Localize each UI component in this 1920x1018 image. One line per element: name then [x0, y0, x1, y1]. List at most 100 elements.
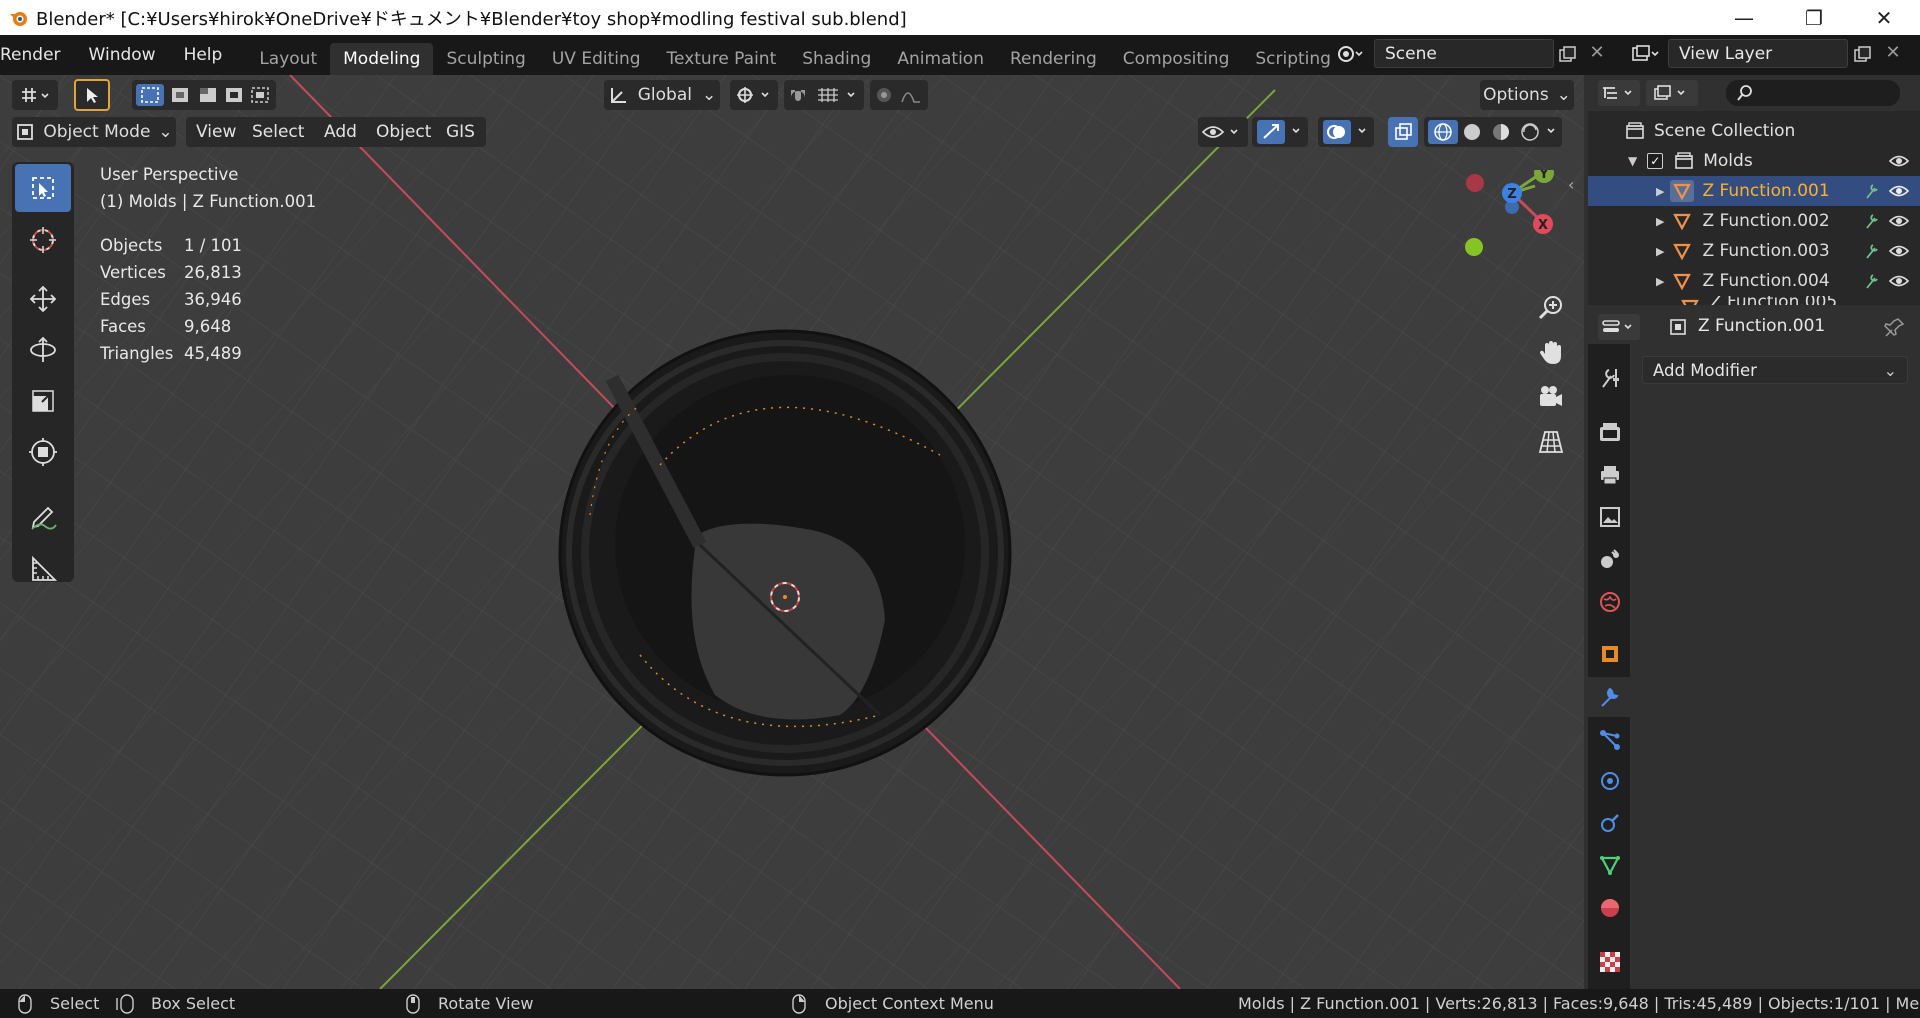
- measure-tool[interactable]: [15, 544, 71, 592]
- pivot-point-dropdown[interactable]: [730, 80, 778, 110]
- rotate-tool[interactable]: [15, 326, 71, 374]
- view-layer-tab[interactable]: [1598, 505, 1622, 529]
- snapping-group[interactable]: [784, 80, 864, 110]
- gizmo-toggle[interactable]: [1252, 117, 1308, 147]
- view-layer-selector[interactable]: View Layer: [1668, 39, 1848, 68]
- tweak-tool-button[interactable]: [74, 79, 110, 111]
- perspective-toggle-button[interactable]: [1530, 421, 1572, 463]
- exclude-checkbox[interactable]: ✓: [1647, 153, 1664, 169]
- outliner-row-scene-collection[interactable]: Scene Collection: [1588, 116, 1920, 146]
- outliner-row-object[interactable]: Z Function.005: [1588, 296, 1920, 305]
- tab-scripting[interactable]: Scripting: [1242, 43, 1344, 75]
- tab-sculpting[interactable]: Sculpting: [433, 43, 538, 75]
- expand-arrow-icon[interactable]: ▶: [1656, 275, 1664, 288]
- scale-tool[interactable]: [15, 377, 71, 425]
- tab-uv-editing[interactable]: UV Editing: [539, 43, 654, 75]
- remove-scene-icon[interactable]: ✕: [1584, 42, 1610, 66]
- material-tab[interactable]: [1598, 896, 1622, 920]
- mode-dropdown[interactable]: Object Mode ⌄: [12, 117, 176, 147]
- close-window-button[interactable]: ✕: [1855, 0, 1913, 35]
- selection-mode-group[interactable]: [132, 80, 276, 110]
- physics-tab[interactable]: [1598, 769, 1622, 793]
- sidebar-toggle-icon[interactable]: ‹: [1568, 175, 1582, 195]
- zoom-button[interactable]: [1530, 286, 1572, 328]
- modifier-wrench-icon[interactable]: [1863, 182, 1879, 200]
- modifier-wrench-icon[interactable]: [1863, 242, 1879, 260]
- world-tab[interactable]: [1598, 590, 1622, 614]
- modifier-wrench-icon[interactable]: [1863, 212, 1879, 230]
- outliner-row-molds[interactable]: ▼ ✓ Molds: [1588, 146, 1920, 176]
- eye-icon[interactable]: [1888, 213, 1910, 229]
- expand-arrow-icon[interactable]: ▼: [1628, 154, 1637, 168]
- tab-modeling[interactable]: Modeling: [330, 43, 434, 75]
- 3d-viewport[interactable]: Global ⌄ Options ⌄ Object Mode ⌄ View Se…: [0, 75, 1584, 989]
- tab-animation[interactable]: Animation: [884, 43, 997, 75]
- add-modifier-dropdown[interactable]: Add Modifier ⌄: [1642, 356, 1908, 384]
- options-dropdown[interactable]: Options ⌄: [1480, 80, 1574, 110]
- pin-icon[interactable]: [1884, 316, 1906, 338]
- new-scene-icon[interactable]: [1555, 42, 1581, 66]
- outliner-search-input[interactable]: [1726, 80, 1900, 106]
- expand-arrow-icon[interactable]: ▶: [1656, 245, 1664, 258]
- menu-help[interactable]: Help: [170, 35, 237, 75]
- editor-type-button[interactable]: [12, 80, 58, 110]
- minimize-button[interactable]: —: [1715, 0, 1773, 35]
- pan-button[interactable]: [1530, 331, 1572, 373]
- tab-compositing[interactable]: Compositing: [1110, 43, 1243, 75]
- select-box-tool[interactable]: [15, 164, 71, 212]
- move-tool[interactable]: [15, 275, 71, 323]
- menu-select[interactable]: Select: [242, 117, 314, 147]
- proportional-editing-group[interactable]: [870, 80, 928, 110]
- expand-arrow-icon[interactable]: ▶: [1656, 215, 1664, 228]
- display-mode-dropdown[interactable]: [1646, 80, 1698, 106]
- scene-type-button[interactable]: [1330, 40, 1370, 68]
- transform-orientation-dropdown[interactable]: Global ⌄: [604, 80, 720, 110]
- eye-icon[interactable]: [1888, 153, 1910, 169]
- shading-mode-group[interactable]: [1424, 117, 1562, 147]
- expand-arrow-icon[interactable]: ▶: [1656, 185, 1664, 198]
- scene-tab[interactable]: [1598, 547, 1622, 571]
- constraints-tab[interactable]: [1598, 811, 1622, 835]
- menu-window[interactable]: Window: [75, 35, 170, 75]
- particles-tab[interactable]: [1598, 728, 1622, 752]
- texture-tab[interactable]: [1598, 950, 1622, 974]
- modifier-wrench-icon[interactable]: [1863, 272, 1879, 290]
- object-tab[interactable]: [1598, 642, 1622, 666]
- camera-view-button[interactable]: [1530, 376, 1572, 418]
- properties-editor-type[interactable]: [1598, 314, 1640, 340]
- menu-add[interactable]: Add: [314, 117, 367, 147]
- tool-settings-tab[interactable]: [1598, 366, 1622, 390]
- navigation-gizmo[interactable]: Y Z X: [1455, 170, 1565, 270]
- transform-tool[interactable]: [15, 428, 71, 476]
- tab-layout[interactable]: Layout: [246, 43, 330, 75]
- eye-icon[interactable]: [1888, 243, 1910, 259]
- cursor-tool[interactable]: [15, 216, 71, 264]
- outliner-editor-type[interactable]: [1598, 80, 1640, 106]
- outliner-row-object[interactable]: ▶ Z Function.002: [1588, 206, 1920, 236]
- eye-icon[interactable]: [1888, 273, 1910, 289]
- render-tab[interactable]: [1598, 420, 1622, 444]
- modifier-tab[interactable]: [1598, 685, 1622, 709]
- tab-shading[interactable]: Shading: [789, 43, 884, 75]
- new-view-layer-icon[interactable]: [1850, 42, 1876, 66]
- outliner-row-object[interactable]: ▶ Z Function.001: [1588, 176, 1920, 206]
- outliner-row-object[interactable]: ▶ Z Function.004: [1588, 266, 1920, 296]
- menu-gis[interactable]: GIS: [436, 117, 485, 147]
- overlays-toggle[interactable]: [1318, 117, 1374, 147]
- remove-view-layer-icon[interactable]: ✕: [1880, 42, 1906, 66]
- menu-view[interactable]: View: [186, 117, 246, 147]
- scene-selector[interactable]: Scene: [1374, 39, 1554, 68]
- tab-texture-paint[interactable]: Texture Paint: [654, 43, 790, 75]
- output-tab[interactable]: [1598, 463, 1622, 487]
- view-layer-type-button[interactable]: [1625, 40, 1665, 68]
- data-tab[interactable]: [1598, 853, 1622, 877]
- outliner-row-object[interactable]: ▶ Z Function.003: [1588, 236, 1920, 266]
- tab-rendering[interactable]: Rendering: [997, 43, 1110, 75]
- visibility-dropdown[interactable]: [1198, 117, 1248, 147]
- annotate-tool[interactable]: [15, 493, 71, 541]
- xray-toggle[interactable]: [1388, 117, 1418, 147]
- restore-button[interactable]: ❐: [1785, 0, 1843, 35]
- menu-render[interactable]: Render: [0, 35, 75, 75]
- eye-icon[interactable]: [1888, 183, 1910, 199]
- menu-object[interactable]: Object: [366, 117, 441, 147]
